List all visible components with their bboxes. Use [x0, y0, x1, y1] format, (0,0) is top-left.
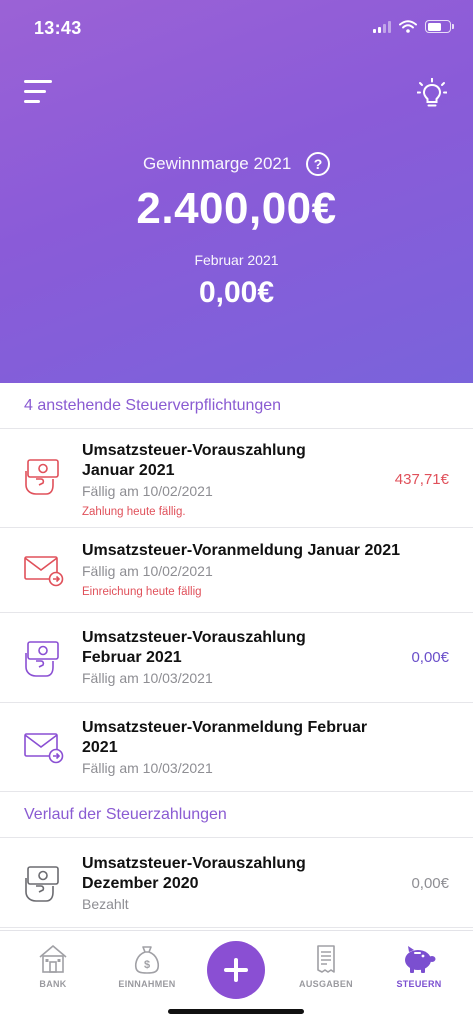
battery-level — [427, 22, 441, 31]
envelope-send-icon — [24, 733, 64, 764]
cash-payment-icon — [25, 459, 59, 495]
list-item[interactable]: Umsatzsteuer-Vorauszahlung Dezember 2020… — [0, 838, 473, 928]
home-indicator — [168, 1009, 304, 1014]
item-title: Umsatzsteuer-Vorauszahlung — [82, 629, 306, 646]
item-title: Umsatzsteuer-Voranmeldung Januar 2021 — [82, 542, 401, 559]
item-title: Umsatzsteuer-Voranmeldung Februar — [82, 719, 368, 736]
list-item[interactable]: Umsatzsteuer-Vorauszahlung Februar 2021 … — [0, 613, 473, 703]
header-panel: 13:43 Gewinnmarge 2021 ? 2.400,00€ Febru… — [0, 0, 473, 383]
hamburger-menu-icon[interactable] — [24, 80, 56, 104]
tab-label: STEUERN — [396, 979, 442, 989]
current-month-label: Februar 2021 — [194, 252, 279, 268]
item-title-line2: Januar 2021 — [82, 462, 175, 479]
profit-margin-title: Gewinnmarge 2021 — [142, 154, 292, 173]
status-time: 13:43 — [34, 18, 82, 38]
item-due-date: Fällig am 10/02/2021 — [82, 483, 213, 499]
tax-obligations-list: 4 anstehende Steuerverpflichtungen Umsat… — [0, 383, 473, 930]
tab-steuern[interactable]: STEUERN — [379, 943, 459, 989]
list-item[interactable]: Umsatzsteuer-Vorauszahlung Januar 2021 F… — [0, 429, 473, 528]
cellular-signal-icon — [373, 20, 391, 33]
tab-label: BANK — [39, 979, 67, 989]
list-item-texts: Umsatzsteuer-Vorauszahlung Februar 2021 … — [82, 628, 393, 688]
current-month-value: 0,00€ — [198, 276, 275, 309]
item-title: Umsatzsteuer-Vorauszahlung — [82, 855, 306, 872]
list-item-texts: Umsatzsteuer-Voranmeldung Januar 2021 Fä… — [82, 541, 453, 598]
bank-icon — [39, 945, 67, 973]
lightbulb-icon[interactable] — [416, 77, 448, 110]
tab-einnahmen[interactable]: $ EINNAHMEN — [107, 943, 187, 989]
help-icon[interactable]: ? — [306, 152, 331, 176]
wifi-icon — [399, 20, 417, 33]
profit-margin-value: 2.400,00€ — [136, 184, 337, 233]
tab-label: EINNAHMEN — [118, 979, 176, 989]
list-item-texts: Umsatzsteuer-Voranmeldung Februar 2021 F… — [82, 718, 453, 778]
svg-text:$: $ — [144, 959, 150, 971]
list-item[interactable]: Umsatzsteuer-Voranmeldung Januar 2021 Fä… — [0, 528, 473, 613]
item-title-line2: 2021 — [82, 739, 118, 756]
list-item-texts: Umsatzsteuer-Vorauszahlung Januar 2021 F… — [82, 441, 393, 518]
envelope-send-icon — [24, 556, 64, 587]
history-section-header: Verlauf der Steuerzahlungen — [0, 792, 473, 838]
item-title-line2: Dezember 2020 — [82, 875, 199, 892]
pending-section-header: 4 anstehende Steuerverpflichtungen — [0, 383, 473, 429]
tab-label: AUSGABEN — [299, 979, 353, 989]
add-button[interactable] — [207, 941, 265, 999]
item-status: Bezahlt — [82, 896, 129, 912]
item-due-date: Fällig am 10/02/2021 — [82, 563, 213, 579]
battery-icon — [425, 20, 454, 33]
item-warning: Einreichung heute fällig — [82, 586, 202, 598]
item-title-line2: Februar 2021 — [82, 649, 182, 666]
piggy-bank-icon — [405, 946, 436, 973]
profit-margin-label: Gewinnmarge 2021 ? — [0, 152, 473, 176]
receipt-icon — [317, 945, 335, 973]
status-bar: 13:43 — [0, 0, 473, 56]
item-warning: Zahlung heute fällig. — [82, 506, 186, 518]
item-due-date: Fällig am 10/03/2021 — [82, 760, 213, 776]
item-amount: 0,00€ — [411, 875, 449, 892]
item-amount: 437,71€ — [394, 471, 449, 488]
item-title: Umsatzsteuer-Vorauszahlung — [82, 442, 306, 459]
cash-payment-icon — [25, 641, 59, 677]
tab-bank[interactable]: BANK — [13, 943, 93, 989]
status-icons — [373, 20, 454, 33]
item-due-date: Fällig am 10/03/2021 — [82, 670, 213, 686]
cash-payment-icon — [25, 866, 59, 902]
money-bag-icon: $ — [134, 946, 160, 974]
list-item-texts: Umsatzsteuer-Vorauszahlung Dezember 2020… — [82, 854, 393, 914]
list-item[interactable]: Umsatzsteuer-Voranmeldung Februar 2021 F… — [0, 703, 473, 792]
tab-ausgaben[interactable]: AUSGABEN — [286, 943, 366, 989]
item-amount: 0,00€ — [411, 649, 449, 666]
